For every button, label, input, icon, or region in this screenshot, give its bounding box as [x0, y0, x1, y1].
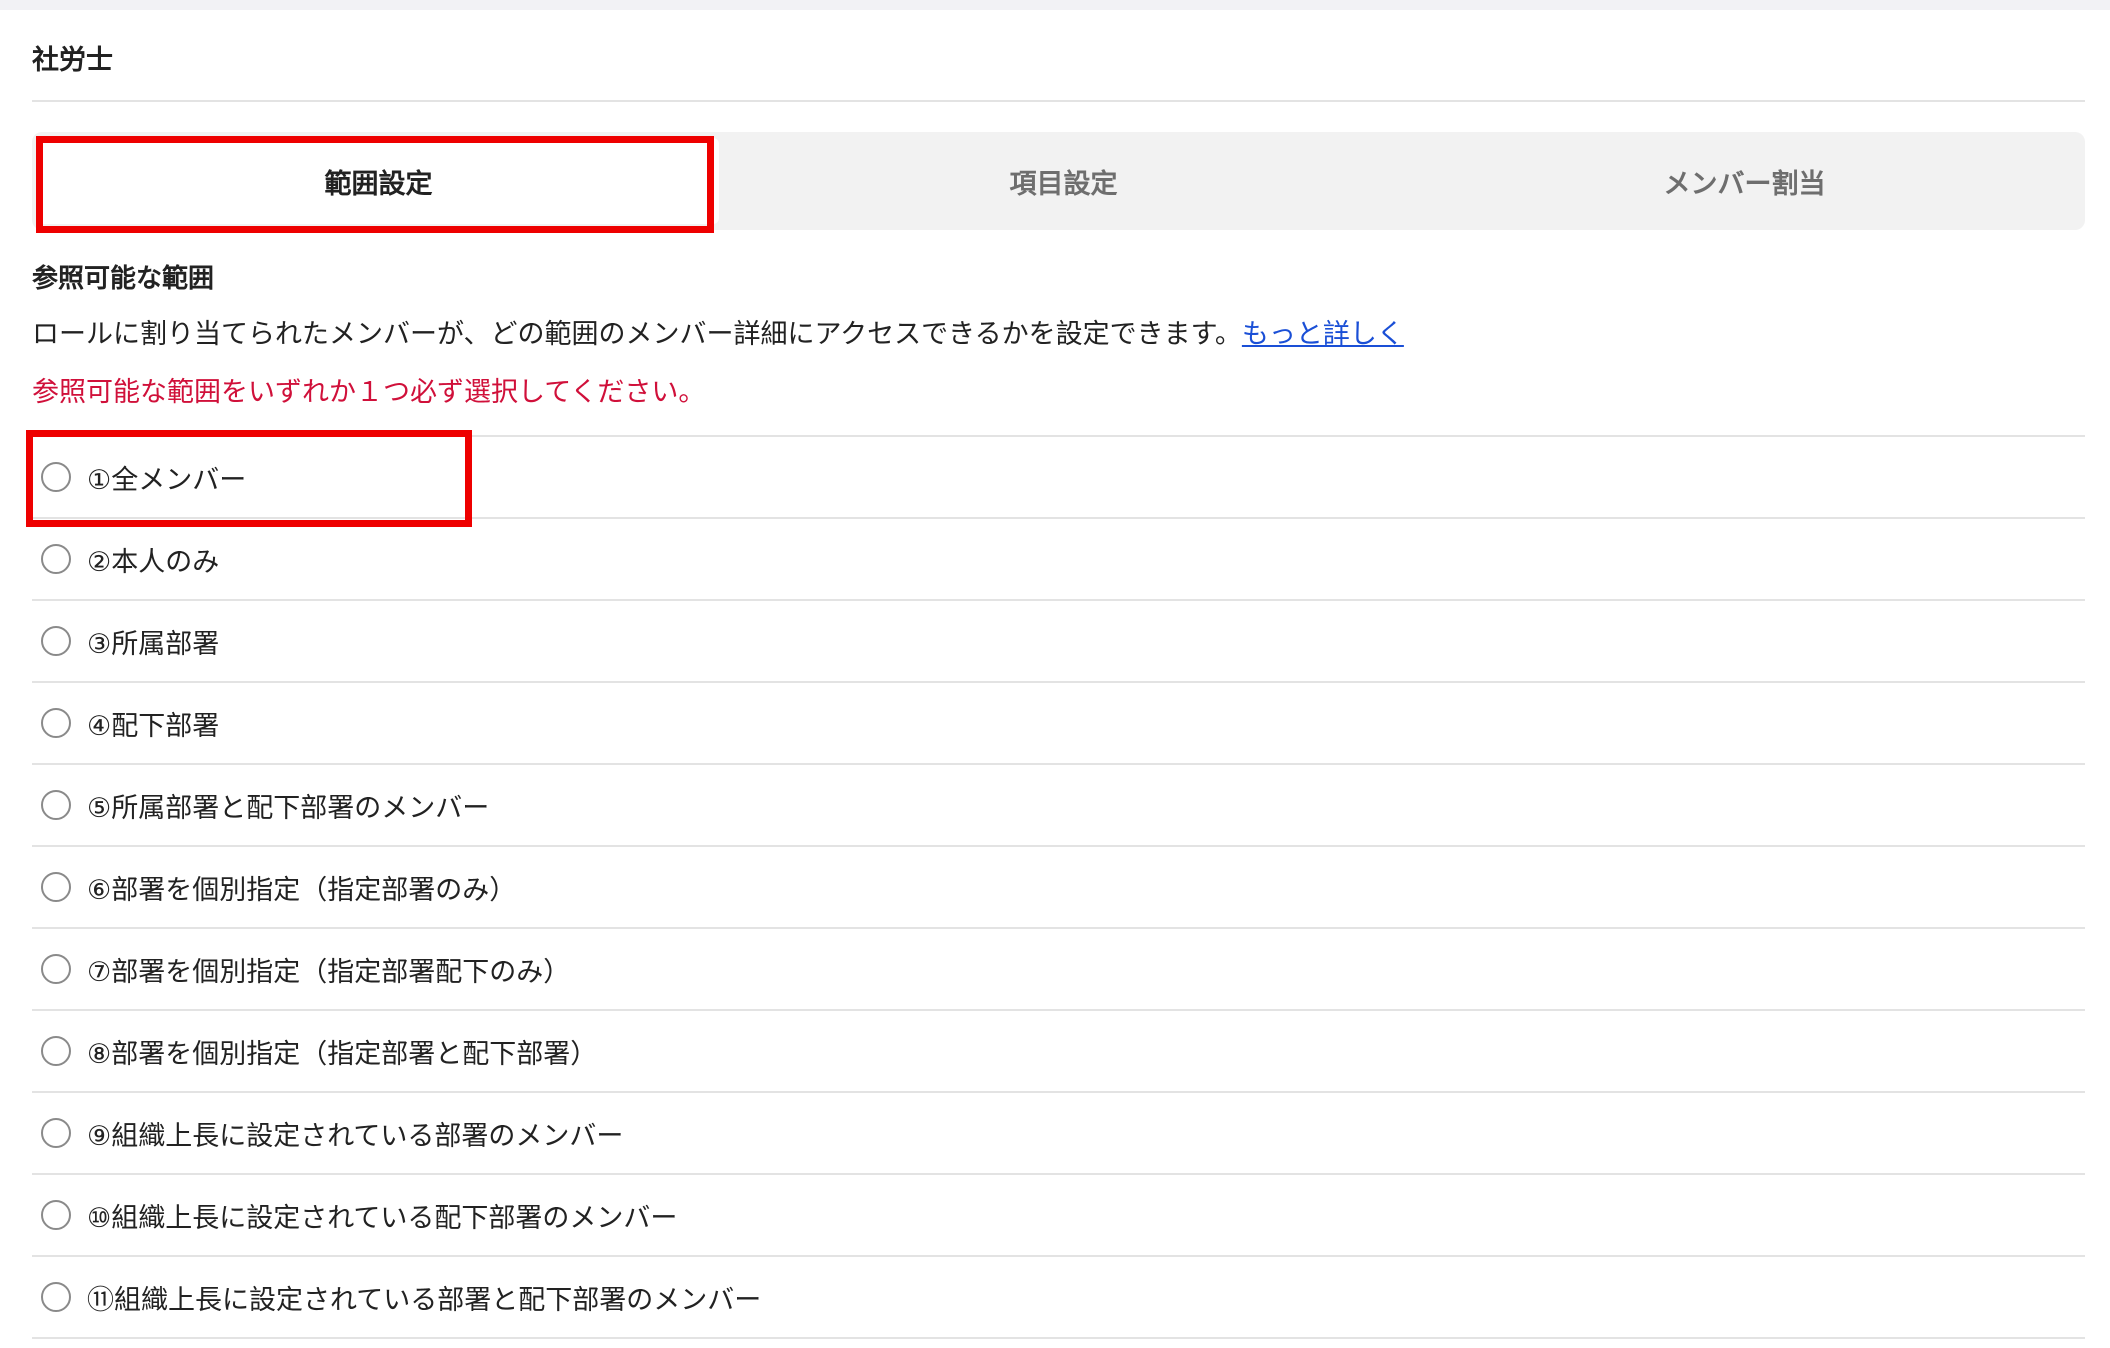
tab-bar: 範囲設定 項目設定 メンバー割当 [32, 132, 2085, 230]
scope-option-specified-departments-only[interactable]: ⑥部署を個別指定（指定部署のみ） [32, 847, 2085, 929]
title-divider [32, 100, 2085, 102]
scope-option-list: ①全メンバー ②本人のみ ③所属部署 ④配下部署 ⑤所属部署と配下部署のメンバー… [32, 435, 2085, 1339]
option-label: ⑤所属部署と配下部署のメンバー [87, 792, 490, 824]
scope-option-all-members[interactable]: ①全メンバー [32, 437, 2085, 519]
scope-option-own-and-sub-departments[interactable]: ⑤所属部署と配下部署のメンバー [32, 765, 2085, 847]
option-label: ⑥部署を個別指定（指定部署のみ） [87, 874, 517, 906]
option-label: ⑨組織上長に設定されている部署のメンバー [87, 1120, 624, 1152]
tab-field-settings[interactable]: 項目設定 [723, 132, 1404, 230]
radio-button[interactable] [41, 708, 71, 738]
error-message: 参照可能な範囲をいずれか１つ必ず選択してください。 [32, 377, 706, 408]
scope-option-specified-sub-departments-only[interactable]: ⑦部署を個別指定（指定部署配下のみ） [32, 929, 2085, 1011]
scope-option-self-only[interactable]: ②本人のみ [32, 519, 2085, 601]
radio-button[interactable] [41, 1200, 71, 1230]
more-link[interactable]: もっと詳しく [1242, 319, 1404, 350]
option-label: ①全メンバー [87, 464, 247, 496]
radio-button[interactable] [41, 1118, 71, 1148]
option-label: ⑩組織上長に設定されている配下部署のメンバー [87, 1202, 678, 1234]
tab-scope-settings[interactable]: 範囲設定 [38, 138, 719, 224]
option-label: ④配下部署 [87, 710, 220, 742]
section-heading: 参照可能な範囲 [32, 264, 215, 294]
scope-description: ロールに割り当てられたメンバーが、どの範囲のメンバー詳細にアクセスできるかを設定… [32, 317, 1404, 353]
radio-button[interactable] [41, 872, 71, 902]
scope-option-manager-and-sub-departments[interactable]: ⑪組織上長に設定されている部署と配下部署のメンバー [32, 1257, 2085, 1339]
radio-button[interactable] [41, 1282, 71, 1312]
option-label: ②本人のみ [87, 546, 220, 578]
scope-option-manager-sub-departments[interactable]: ⑩組織上長に設定されている配下部署のメンバー [32, 1175, 2085, 1257]
tab-member-assignment[interactable]: メンバー割当 [1404, 132, 2085, 230]
radio-button[interactable] [41, 626, 71, 656]
radio-button[interactable] [41, 954, 71, 984]
scope-option-manager-departments[interactable]: ⑨組織上長に設定されている部署のメンバー [32, 1093, 2085, 1175]
description-text: ロールに割り当てられたメンバーが、どの範囲のメンバー詳細にアクセスできるかを設定… [32, 319, 1242, 350]
page-title: 社労士 [32, 45, 113, 76]
top-strip [0, 0, 2110, 10]
radio-button[interactable] [41, 544, 71, 574]
scope-option-specified-and-sub-departments[interactable]: ⑧部署を個別指定（指定部署と配下部署） [32, 1011, 2085, 1093]
option-label: ⑪組織上長に設定されている部署と配下部署のメンバー [87, 1284, 762, 1316]
radio-button[interactable] [41, 1036, 71, 1066]
radio-button[interactable] [41, 462, 71, 492]
option-label: ⑦部署を個別指定（指定部署配下のみ） [87, 956, 571, 988]
option-label: ⑧部署を個別指定（指定部署と配下部署） [87, 1038, 598, 1070]
radio-button[interactable] [41, 790, 71, 820]
scope-option-sub-departments[interactable]: ④配下部署 [32, 683, 2085, 765]
scope-option-own-department[interactable]: ③所属部署 [32, 601, 2085, 683]
option-label: ③所属部署 [87, 628, 220, 660]
